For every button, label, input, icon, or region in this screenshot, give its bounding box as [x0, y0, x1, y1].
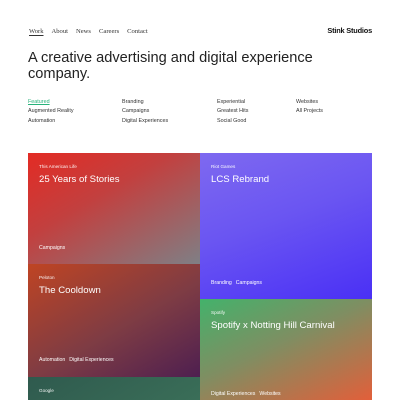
project-tag: Digital Experiences — [211, 391, 256, 397]
nav-contact[interactable]: Contact — [127, 27, 148, 37]
project-card-notting-hill-carnival[interactable]: Spotify Spotify x Notting Hill Carnival … — [200, 299, 372, 400]
main-nav: Work About News Careers Contact — [29, 27, 148, 37]
project-card-25-years[interactable]: This American Life 25 Years of Stories C… — [28, 153, 200, 264]
page-headline: A creative advertising and digital exper… — [28, 50, 313, 82]
nav-work[interactable]: Work — [29, 27, 44, 37]
project-client: Peloton — [39, 275, 55, 280]
brand-logo[interactable]: Stink Studios — [327, 26, 372, 35]
project-tags: Branding Campaigns — [211, 280, 262, 286]
filter-column-3: Experiential Greatest Hits Social Good — [217, 98, 248, 125]
project-tag: Digital Experiences — [69, 357, 114, 363]
nav-about[interactable]: About — [52, 27, 68, 37]
filter-column-2: Branding Campaigns Digital Experiences — [122, 98, 168, 125]
filter-social-good[interactable]: Social Good — [217, 117, 248, 125]
filter-digital-experiences[interactable]: Digital Experiences — [122, 117, 168, 125]
project-client: This American Life — [39, 164, 77, 169]
project-client: Google — [39, 388, 54, 393]
project-tags: Automation Digital Experiences — [39, 357, 114, 363]
project-card-the-cooldown[interactable]: Peloton The Cooldown Automation Digital … — [28, 264, 200, 377]
filter-websites[interactable]: Websites — [296, 98, 323, 106]
filter-augmented-reality[interactable]: Augmented Reality — [28, 107, 74, 115]
project-title: 25 Years of Stories — [39, 174, 120, 185]
project-client: Riot Games — [211, 164, 236, 169]
filter-featured[interactable]: Featured — [28, 98, 74, 106]
filter-experiential[interactable]: Experiential — [217, 98, 248, 106]
project-title: Spotify x Notting Hill Carnival — [211, 320, 335, 331]
project-title: LCS Rebrand — [211, 174, 270, 185]
nav-news[interactable]: News — [76, 27, 91, 37]
filter-branding[interactable]: Branding — [122, 98, 168, 106]
filter-greatest-hits[interactable]: Greatest Hits — [217, 107, 248, 115]
filter-all-projects[interactable]: All Projects — [296, 107, 323, 115]
project-tag: Branding — [211, 280, 232, 286]
project-tag: Websites — [259, 391, 281, 397]
project-card-lcs-rebrand[interactable]: Riot Games LCS Rebrand Branding Campaign… — [200, 153, 372, 299]
filter-automation[interactable]: Automation — [28, 117, 74, 125]
project-tags: Digital Experiences Websites — [211, 391, 281, 397]
project-grid: This American Life 25 Years of Stories C… — [28, 153, 372, 400]
project-tag: Automation — [39, 357, 66, 363]
project-tag: Campaigns — [235, 280, 263, 286]
filter-campaigns[interactable]: Campaigns — [122, 107, 168, 115]
project-tags: Campaigns — [39, 245, 65, 251]
nav-careers[interactable]: Careers — [99, 27, 119, 37]
project-title: The Cooldown — [39, 285, 101, 296]
project-tag: Campaigns — [39, 245, 66, 251]
project-client: Spotify — [211, 310, 226, 315]
filter-column-4: Websites All Projects — [296, 98, 323, 115]
filter-column-1: Featured Augmented Reality Automation — [28, 98, 74, 125]
project-card-google[interactable]: Google — [28, 377, 200, 400]
category-filters: Featured Augmented Reality Automation Br… — [28, 98, 373, 128]
